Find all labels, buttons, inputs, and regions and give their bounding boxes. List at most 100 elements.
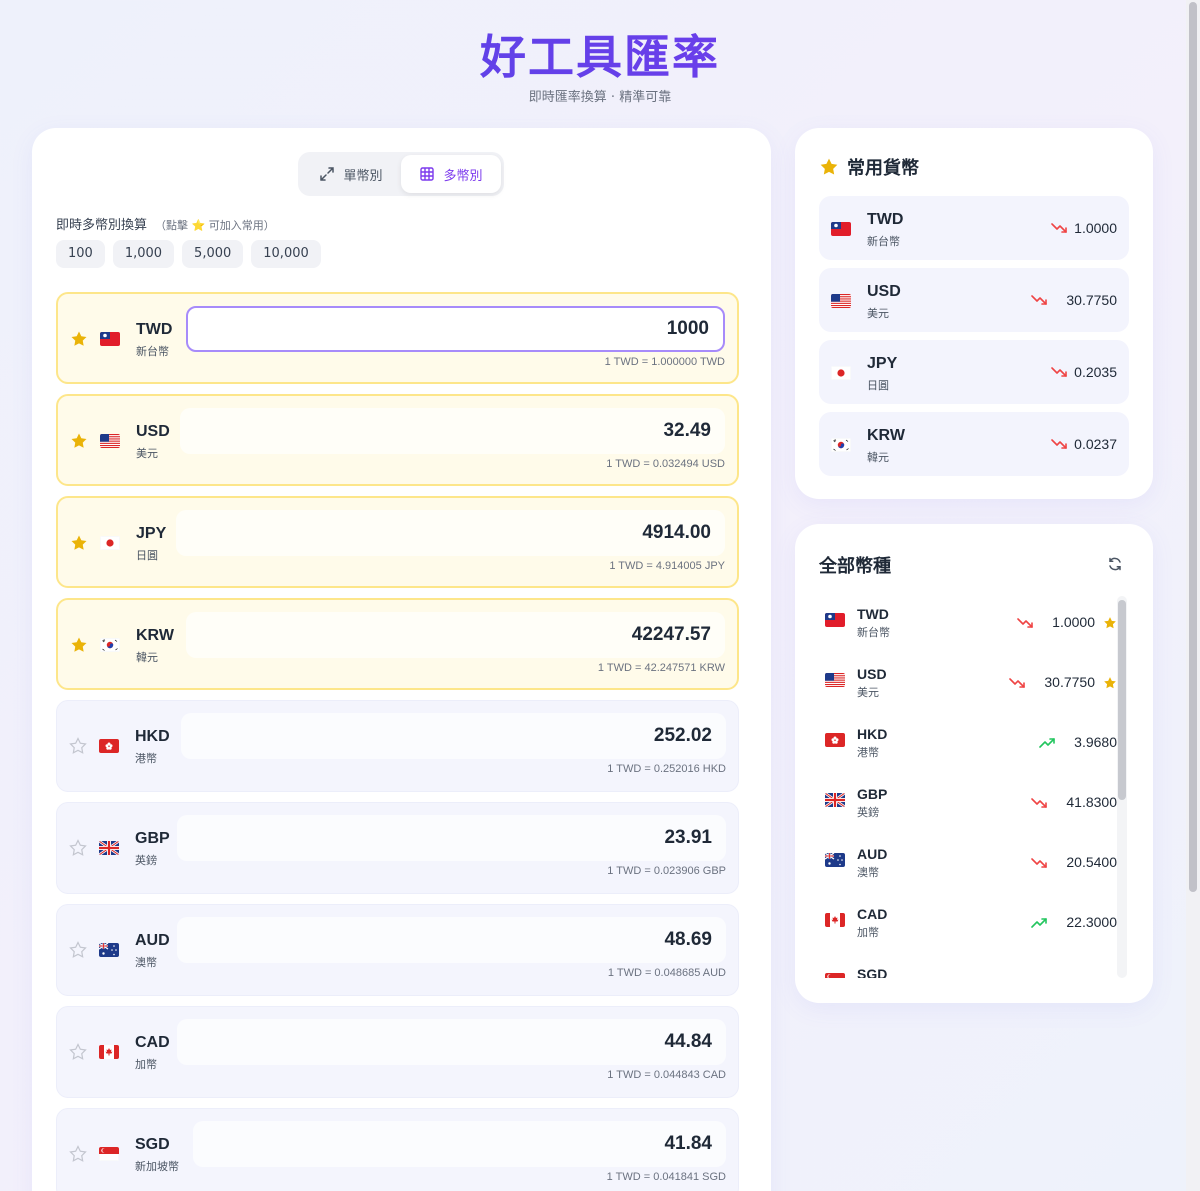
quick-amount-button[interactable]: 100 bbox=[56, 240, 105, 268]
trend-down-icon bbox=[1031, 855, 1047, 869]
multi-currency-mode-button[interactable]: 多幣別 bbox=[401, 155, 501, 193]
currency-name: 新台幣 bbox=[136, 345, 169, 358]
currency-code: HKD bbox=[857, 726, 888, 742]
flag-sg-icon bbox=[99, 1145, 121, 1161]
currency-code: SGD bbox=[135, 1136, 170, 1153]
flag-sg-icon bbox=[825, 973, 845, 978]
favorite-item-twd[interactable]: TWD 新台幣 1.0000 bbox=[819, 196, 1129, 260]
amount-input[interactable]: 252.02 bbox=[181, 713, 726, 759]
star-outline-icon[interactable] bbox=[69, 1145, 87, 1163]
currency-rate: 22.3000 bbox=[1066, 914, 1117, 930]
single-currency-mode-button[interactable]: 單幣別 bbox=[301, 155, 401, 193]
currency-row-usd: USD 美元 32.49 1 TWD = 0.032494 USD bbox=[56, 394, 739, 486]
currency-code: USD bbox=[857, 666, 887, 682]
flag-us-icon bbox=[831, 292, 851, 308]
quick-amount-button[interactable]: 5,000 bbox=[182, 240, 244, 268]
currency-list-item-aud[interactable]: AUD 澳幣 20.5400 bbox=[817, 836, 1117, 896]
list-scrollbar-thumb[interactable] bbox=[1118, 600, 1126, 800]
flag-au-icon bbox=[825, 853, 845, 867]
currency-code: TWD bbox=[857, 606, 889, 622]
currency-rate: 30.7750 bbox=[1066, 292, 1117, 308]
list-scrollbar[interactable] bbox=[1117, 596, 1127, 978]
currency-rate: 3.9680 bbox=[1074, 734, 1117, 750]
rate-line: 1 TWD = 42.247571 KRW bbox=[597, 662, 725, 674]
trend-up-icon bbox=[1039, 735, 1055, 749]
amount-input[interactable]: 1000 bbox=[186, 306, 725, 352]
favorite-item-jpy[interactable]: JPY 日圓 0.2035 bbox=[819, 340, 1129, 404]
currency-code: HKD bbox=[135, 728, 170, 745]
star-filled-icon[interactable] bbox=[1103, 615, 1117, 629]
converter-hint: 即時多幣別換算 （點擊 ⭐ 可加入常用） bbox=[56, 214, 275, 233]
currency-rate: 1.0000 bbox=[1074, 220, 1117, 236]
hint-text: 即時多幣別換算 bbox=[56, 218, 148, 233]
currency-code: TWD bbox=[136, 321, 173, 338]
flag-gb-icon bbox=[825, 793, 845, 807]
amount-input[interactable]: 4914.00 bbox=[176, 510, 725, 556]
rate-line: 1 TWD = 1.000000 TWD bbox=[604, 356, 725, 368]
currency-name: 加幣 bbox=[857, 926, 879, 939]
currency-name: 美元 bbox=[857, 686, 879, 699]
currency-list-item-hkd[interactable]: HKD 港幣 3.9680 bbox=[817, 716, 1117, 776]
currency-list-item-sgd[interactable]: SGD bbox=[817, 956, 1117, 978]
favorite-item-usd[interactable]: USD 美元 30.7750 bbox=[819, 268, 1129, 332]
currency-name: 新加坡幣 bbox=[135, 1160, 179, 1173]
currency-list-item-usd[interactable]: USD 美元 30.7750 bbox=[817, 656, 1117, 716]
refresh-icon[interactable] bbox=[1107, 556, 1123, 572]
star-filled-icon[interactable] bbox=[70, 432, 88, 450]
star-outline-icon[interactable] bbox=[69, 1043, 87, 1061]
quick-amount-button[interactable]: 10,000 bbox=[251, 240, 321, 268]
currency-row-twd: TWD 新台幣 1000 1 TWD = 1.000000 TWD bbox=[56, 292, 739, 384]
trend-down-icon bbox=[1051, 436, 1067, 452]
star-filled-icon[interactable] bbox=[70, 330, 88, 348]
favorites-heading: 常用貨幣 bbox=[847, 158, 919, 179]
page-scrollbar-thumb[interactable] bbox=[1189, 2, 1197, 892]
flag-kr-icon bbox=[831, 436, 851, 452]
currency-name: 新台幣 bbox=[867, 235, 900, 248]
amount-input[interactable]: 42247.57 bbox=[186, 612, 725, 658]
currency-list-item-gbp[interactable]: GBP 英鎊 41.8300 bbox=[817, 776, 1117, 836]
amount-input[interactable]: 32.49 bbox=[180, 408, 725, 454]
currency-name: 日圓 bbox=[136, 549, 158, 562]
star-filled-icon[interactable] bbox=[70, 636, 88, 654]
currency-rate: 0.0237 bbox=[1074, 436, 1117, 452]
expand-icon bbox=[320, 167, 335, 181]
currency-code: JPY bbox=[136, 525, 167, 542]
star-filled-icon[interactable] bbox=[70, 534, 88, 552]
all-currencies-list[interactable]: TWD 新台幣 1.0000 USD 美元 30.7750 HKD 港幣 3.9680 GBP 英鎊… bbox=[817, 596, 1117, 978]
amount-input[interactable]: 23.91 bbox=[177, 815, 726, 861]
currency-code: CAD bbox=[857, 906, 888, 922]
star-outline-icon[interactable] bbox=[69, 737, 87, 755]
favorite-item-krw[interactable]: KRW 韓元 0.0237 bbox=[819, 412, 1129, 476]
trend-down-icon bbox=[1031, 795, 1047, 809]
currency-rate: 0.2035 bbox=[1074, 364, 1117, 380]
currency-name: 澳幣 bbox=[857, 866, 879, 879]
currency-rate: 41.8300 bbox=[1066, 794, 1117, 810]
currency-code: USD bbox=[136, 423, 170, 440]
flag-us-icon bbox=[100, 432, 122, 448]
flag-tw-icon bbox=[100, 330, 122, 346]
multi-mode-label: 多幣別 bbox=[443, 168, 483, 184]
currency-code: GBP bbox=[857, 786, 888, 802]
app-subtitle: 即時匯率換算 · 精準可靠 bbox=[528, 90, 672, 105]
flag-au-icon bbox=[99, 941, 121, 957]
amount-input[interactable]: 48.69 bbox=[177, 917, 726, 963]
currency-list-item-twd[interactable]: TWD 新台幣 1.0000 bbox=[817, 596, 1117, 656]
favorites-title: 常用貨幣 bbox=[819, 154, 919, 180]
rate-line: 1 TWD = 0.252016 HKD bbox=[607, 763, 726, 775]
trend-up-icon bbox=[1031, 915, 1047, 929]
currency-name: 韓元 bbox=[136, 651, 158, 664]
star-outline-icon[interactable] bbox=[69, 941, 87, 959]
quick-amount-button[interactable]: 1,000 bbox=[112, 240, 175, 268]
currency-row-gbp: GBP 英鎊 23.91 1 TWD = 0.023906 GBP bbox=[56, 802, 739, 894]
currency-name: 韓元 bbox=[867, 451, 889, 464]
currency-list-item-cad[interactable]: CAD 加幣 22.3000 bbox=[817, 896, 1117, 956]
currency-name: 美元 bbox=[867, 307, 889, 320]
converter-card: 單幣別 多幣別 即時多幣別換算 （點擊 ⭐ 可加入常用） 100 1,000 5,… bbox=[32, 128, 771, 1191]
all-currencies-card: 全部幣種 TWD 新台幣 1.0000 USD 美元 30.7750 HKD 港幣 3.9680… bbox=[795, 524, 1153, 1003]
amount-input[interactable]: 44.84 bbox=[177, 1019, 726, 1065]
page-scrollbar[interactable] bbox=[1186, 0, 1200, 1191]
amount-input[interactable]: 41.84 bbox=[193, 1121, 726, 1167]
star-outline-icon[interactable] bbox=[69, 839, 87, 857]
star-filled-icon[interactable] bbox=[1103, 675, 1117, 689]
flag-tw-icon bbox=[825, 613, 845, 627]
